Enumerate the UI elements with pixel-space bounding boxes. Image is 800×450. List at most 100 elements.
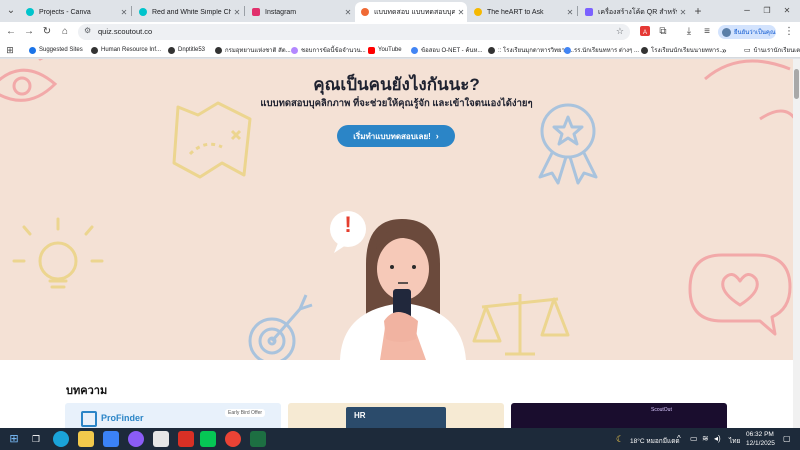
acrobat-icon[interactable] bbox=[178, 431, 194, 447]
bookmark-item[interactable]: โรงเรียนนักเรียนนายทหาร... bbox=[641, 45, 724, 55]
tab-canva-projects[interactable]: Projects - Canva ✕ bbox=[20, 2, 130, 22]
bookmark-item[interactable]: Suggested Sites bbox=[29, 45, 83, 55]
bookmark-item[interactable]: รร.นักเรียนทหาร ต่างๆ ... bbox=[564, 45, 639, 55]
close-window-button[interactable]: ✕ bbox=[780, 4, 794, 18]
apps-icon[interactable]: ⊞ bbox=[3, 43, 17, 57]
line-icon[interactable] bbox=[200, 431, 216, 447]
canva-icon bbox=[26, 8, 34, 16]
menu-icon[interactable]: ⋮ bbox=[782, 25, 796, 39]
new-tab-button[interactable]: + bbox=[691, 4, 705, 18]
pdf-extension-icon[interactable]: A bbox=[638, 25, 652, 39]
excel-icon[interactable] bbox=[250, 431, 266, 447]
bookmark-icon bbox=[91, 46, 98, 54]
scoutout-mini-label: ScoutOut bbox=[651, 407, 672, 413]
bookmark-icon bbox=[291, 46, 298, 54]
close-tab-icon[interactable]: ✕ bbox=[455, 8, 467, 17]
tab-qr-generator[interactable]: เครื่องสร้างโค้ด QR สำหรับลิงก์ | ✕ bbox=[579, 2, 689, 22]
bookmark-item[interactable]: Dnptitle53 bbox=[168, 45, 205, 55]
scrollbar-thumb[interactable] bbox=[794, 69, 799, 99]
profile-button[interactable]: ยืนยันว่าเป็นคุณ bbox=[718, 25, 776, 39]
network-icon[interactable]: ▭ bbox=[690, 434, 698, 443]
bookmarks-folder[interactable]: ▭บ้านเรานักเรียนเตรี... bbox=[744, 45, 800, 55]
chrome-icon[interactable] bbox=[225, 431, 241, 447]
windows-taskbar: ⊞ ❐ ☾ 18°C หมอกมีแดด ^ ▭ ≋ ◂) ไทย 06:32 … bbox=[0, 428, 800, 450]
copilot-icon[interactable] bbox=[128, 431, 144, 447]
browser-toolbar: ← → ↻ ⌂ ⚙ quiz.scoutout.co ☆ A ⧉ ⤓ ≡ ยืน… bbox=[0, 22, 800, 42]
tab-label: Instagram bbox=[265, 8, 297, 16]
rosette-doodle-icon bbox=[538, 103, 598, 185]
url-text[interactable]: quiz.scoutout.co bbox=[98, 27, 152, 36]
youtube-icon bbox=[368, 46, 375, 54]
address-bar[interactable]: ⚙ quiz.scoutout.co ☆ bbox=[78, 24, 630, 40]
wifi-icon[interactable]: ≋ bbox=[702, 434, 709, 443]
extensions-icon[interactable]: ⧉ bbox=[656, 25, 670, 39]
bookmark-item[interactable]: :: โรงเรียนมุกดาหารวิทยาน... bbox=[488, 45, 574, 55]
close-tab-icon[interactable]: ✕ bbox=[677, 8, 689, 17]
bookmark-label: กรมอุทยานแห่งชาติ สัต... bbox=[225, 48, 291, 54]
start-quiz-label: เริ่มทำแบบทดสอบเลย! bbox=[353, 131, 431, 141]
article-card[interactable]: ProFinder Early Bird Offer bbox=[65, 403, 281, 428]
volume-icon[interactable]: ◂) bbox=[714, 434, 721, 443]
close-tab-icon[interactable]: ✕ bbox=[231, 8, 243, 17]
close-tab-icon[interactable]: ✕ bbox=[564, 8, 576, 17]
bookmark-icon bbox=[168, 46, 175, 54]
articles-heading: บทความ bbox=[66, 385, 108, 397]
article-card[interactable]: HR bbox=[288, 403, 504, 428]
tab-divider bbox=[577, 6, 578, 16]
bookmark-star-icon[interactable]: ☆ bbox=[616, 26, 624, 37]
close-tab-icon[interactable]: ✕ bbox=[342, 8, 354, 17]
bookmark-item[interactable]: กรมอุทยานแห่งชาติ สัต... bbox=[215, 45, 291, 55]
map-doodle-icon bbox=[172, 101, 252, 179]
tab-label: แบบทดสอบ แบบทดสอบบุคลิกภา bbox=[374, 8, 455, 16]
tab-divider bbox=[244, 6, 245, 16]
notification-icon[interactable]: ▢ bbox=[783, 434, 791, 443]
bookmark-label: ชอบการข้อนี้ข้อจำนวน... bbox=[301, 48, 366, 54]
start-quiz-button[interactable]: เริ่มทำแบบทดสอบเลย! › bbox=[337, 125, 455, 147]
tray-chevron-icon[interactable]: ^ bbox=[677, 434, 681, 443]
home-icon[interactable]: ⌂ bbox=[58, 25, 72, 39]
task-view-icon[interactable]: ❐ bbox=[28, 431, 44, 447]
bookmark-item[interactable]: Human Resource Inf... bbox=[91, 45, 161, 55]
tab-strip: ⌄ Projects - Canva ✕ Red and White Simpl… bbox=[0, 0, 800, 22]
article-card[interactable]: ScoutOut bbox=[511, 403, 727, 428]
forward-icon[interactable]: → bbox=[22, 25, 36, 39]
bookmark-item[interactable]: YouTube bbox=[368, 45, 402, 55]
tab-canva-design[interactable]: Red and White Simple Christ ✕ bbox=[133, 2, 243, 22]
bookmarks-overflow-button[interactable]: » bbox=[722, 45, 726, 55]
tab-scoutout-quiz[interactable]: แบบทดสอบ แบบทดสอบบุคลิกภา ✕ bbox=[355, 2, 467, 22]
page-scrollbar[interactable] bbox=[793, 59, 800, 428]
tab-instagram[interactable]: Instagram ✕ bbox=[246, 2, 354, 22]
tab-search-icon[interactable]: ⌄ bbox=[4, 4, 18, 18]
bookmark-icon bbox=[29, 46, 36, 54]
clock-date[interactable]: 12/1/2025 bbox=[746, 440, 775, 447]
bookmark-item[interactable]: ข้อสอบ O-NET - ค้นห... bbox=[411, 45, 482, 55]
bookmark-label: โรงเรียนนักเรียนนายทหาร... bbox=[651, 48, 725, 54]
exclamation-mark-icon: ! bbox=[344, 212, 352, 237]
mail-icon[interactable] bbox=[103, 431, 119, 447]
hero-subtitle: แบบทดสอบบุคลิกภาพ ที่จะช่วยให้คุณรู้จัก … bbox=[260, 98, 533, 109]
windows-start-icon[interactable]: ⊞ bbox=[6, 431, 22, 447]
minimize-button[interactable]: – bbox=[740, 4, 754, 18]
reload-icon[interactable]: ↻ bbox=[40, 25, 54, 39]
google-icon bbox=[411, 46, 418, 54]
clock-time[interactable]: 06:32 PM bbox=[746, 431, 774, 438]
tab-label: Projects - Canva bbox=[39, 8, 91, 16]
back-icon[interactable]: ← bbox=[4, 25, 18, 39]
edge-icon[interactable] bbox=[53, 431, 69, 447]
weather-text[interactable]: 18°C หมอกมีแดด bbox=[630, 436, 680, 446]
language-indicator[interactable]: ไทย bbox=[729, 436, 740, 446]
maximize-button[interactable]: ❐ bbox=[760, 4, 774, 18]
bookmark-label: YouTube bbox=[378, 47, 402, 53]
tab-heart-to-ask[interactable]: The heART to Ask ✕ bbox=[468, 2, 576, 22]
bookmark-item[interactable]: ชอบการข้อนี้ข้อจำนวน... bbox=[291, 45, 366, 55]
lightbulb-doodle-icon bbox=[12, 217, 104, 289]
profinder-brand: ProFinder bbox=[101, 413, 144, 423]
downloads-icon[interactable]: ⤓ bbox=[682, 25, 696, 39]
close-tab-icon[interactable]: ✕ bbox=[118, 8, 130, 17]
store-icon[interactable] bbox=[153, 431, 169, 447]
site-info-icon[interactable]: ⚙ bbox=[84, 26, 91, 35]
bookmark-icon bbox=[488, 46, 495, 54]
canva-icon bbox=[139, 8, 147, 16]
file-explorer-icon[interactable] bbox=[78, 431, 94, 447]
media-icon[interactable]: ≡ bbox=[700, 25, 714, 39]
